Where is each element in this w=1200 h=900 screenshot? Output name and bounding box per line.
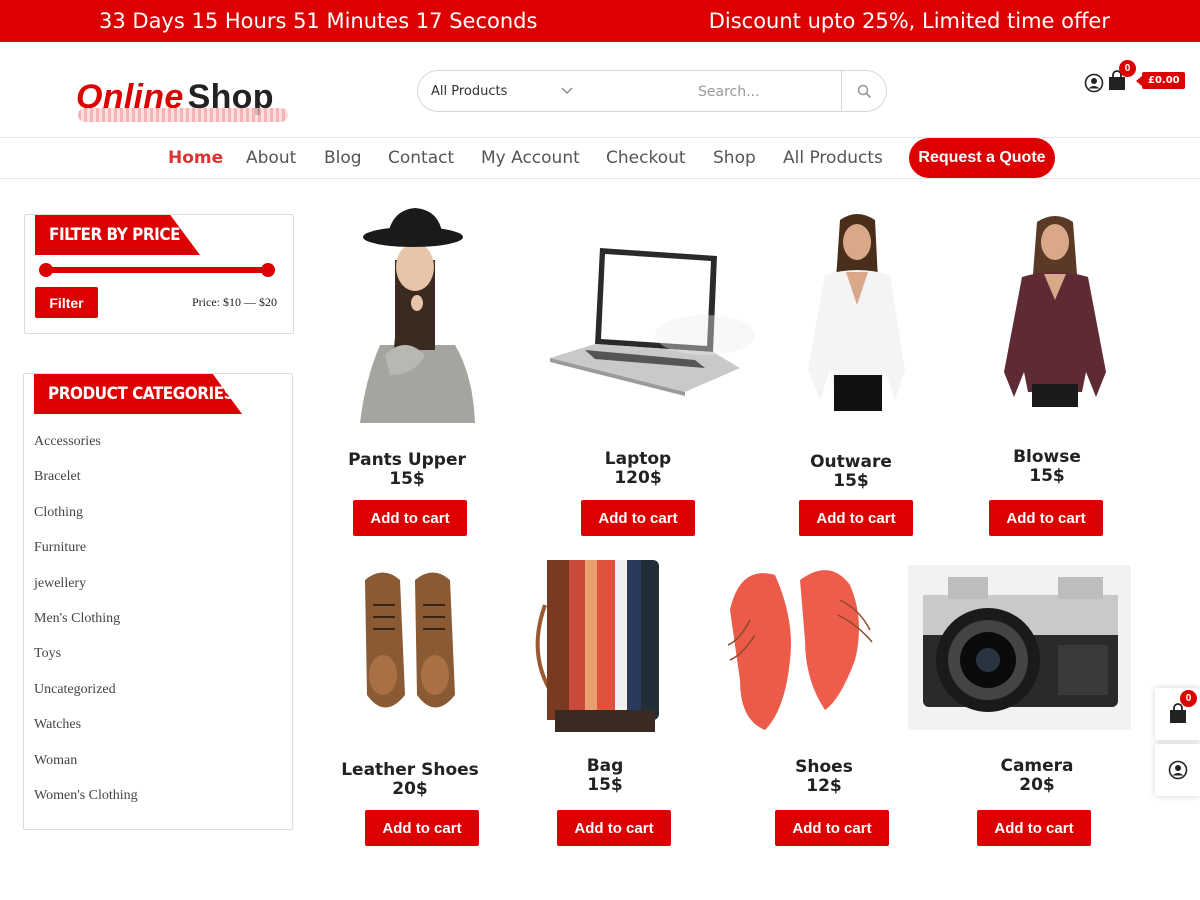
floating-cart-button[interactable]: 0	[1155, 688, 1200, 740]
price-max-handle[interactable]	[261, 263, 275, 277]
price-filter-title: FILTER BY PRICE	[35, 215, 200, 255]
add-to-cart-button[interactable]: Add to cart	[775, 810, 889, 846]
add-to-cart-button[interactable]: Add to cart	[581, 500, 695, 536]
product-price: 15$	[833, 471, 869, 491]
price-min-handle[interactable]	[39, 263, 53, 277]
product-categories-title: PRODUCT CATEGORIES	[34, 374, 242, 414]
category-item[interactable]: Women's Clothing	[34, 788, 138, 823]
product-name[interactable]: Leather Shoes	[310, 760, 510, 780]
nav-checkout[interactable]: Checkout	[606, 148, 686, 168]
search-bar: All Products	[417, 70, 887, 112]
product-name[interactable]: Pants Upper	[307, 450, 507, 470]
product-image[interactable]	[1000, 212, 1110, 407]
nav-my-account[interactable]: My Account	[481, 148, 580, 168]
cart-total-badge[interactable]: £0.00	[1136, 72, 1185, 89]
logo-brush-decoration	[78, 108, 288, 122]
nav-home[interactable]: Home	[168, 148, 223, 168]
product-categories-widget: PRODUCT CATEGORIES Accessories Bracelet …	[23, 373, 293, 830]
user-account-icon[interactable]	[1084, 72, 1104, 94]
nav-contact[interactable]: Contact	[388, 148, 454, 168]
product-image[interactable]	[345, 205, 485, 425]
product-price: 15$	[389, 469, 425, 489]
search-button[interactable]	[842, 71, 886, 111]
add-to-cart-button[interactable]: Add to cart	[353, 500, 467, 536]
filter-button[interactable]: Filter	[35, 287, 98, 318]
add-to-cart-button[interactable]: Add to cart	[977, 810, 1091, 846]
product-price: 20$	[1019, 775, 1055, 795]
product-price: 15$	[587, 775, 623, 795]
chevron-down-icon[interactable]	[560, 83, 574, 97]
search-input[interactable]	[698, 81, 838, 103]
promo-bar: 33 Days 15 Hours 51 Minutes 17 Seconds D…	[0, 0, 1200, 42]
site-header: OnlineShop All Products 0 £0.00	[0, 42, 1200, 138]
category-item[interactable]: Bracelet	[34, 469, 138, 504]
nav-about[interactable]: About	[246, 148, 296, 168]
product-name[interactable]: Shoes	[724, 757, 924, 777]
product-image[interactable]	[355, 565, 465, 720]
add-to-cart-button[interactable]: Add to cart	[557, 810, 671, 846]
category-item[interactable]: Toys	[34, 646, 138, 681]
category-item[interactable]: Woman	[34, 753, 138, 788]
product-image[interactable]	[800, 210, 915, 415]
floating-account-button[interactable]	[1155, 744, 1200, 796]
category-list: Accessories Bracelet Clothing Furniture …	[34, 434, 138, 823]
category-item[interactable]: Accessories	[34, 434, 138, 469]
category-item[interactable]: Men's Clothing	[34, 611, 138, 646]
product-image[interactable]	[720, 560, 880, 735]
product-name[interactable]: Laptop	[538, 449, 738, 469]
product-name[interactable]: Blowse	[947, 447, 1147, 467]
add-to-cart-button[interactable]: Add to cart	[989, 500, 1103, 536]
search-icon	[857, 84, 871, 98]
product-name[interactable]: Bag	[505, 756, 705, 776]
product-name[interactable]: Outware	[751, 452, 951, 472]
product-image[interactable]	[908, 565, 1131, 730]
product-price: 20$	[392, 779, 428, 799]
main-nav: Home About Blog Contact My Account Check…	[0, 138, 1200, 179]
search-category-select[interactable]: All Products	[431, 84, 507, 99]
category-item[interactable]: Watches	[34, 717, 138, 752]
product-price: 12$	[806, 776, 842, 796]
product-price: 120$	[614, 468, 662, 488]
request-quote-button[interactable]: Request a Quote	[909, 138, 1055, 178]
category-item[interactable]: Furniture	[34, 540, 138, 575]
product-name[interactable]: Camera	[937, 756, 1137, 776]
price-range-slider[interactable]	[39, 263, 275, 277]
product-image[interactable]	[525, 555, 665, 740]
nav-all-products[interactable]: All Products	[783, 148, 883, 168]
discount-offer: Discount upto 25%, Limited time offer	[708, 9, 1110, 33]
product-price: 15$	[1029, 466, 1065, 486]
add-to-cart-button[interactable]: Add to cart	[799, 500, 913, 536]
floating-cart-badge: 0	[1180, 690, 1197, 707]
nav-shop[interactable]: Shop	[713, 148, 756, 168]
add-to-cart-button[interactable]: Add to cart	[365, 810, 479, 846]
price-range-label: Price: $10 — $20	[192, 295, 277, 309]
nav-blog[interactable]: Blog	[324, 148, 362, 168]
cart-count-badge: 0	[1119, 60, 1136, 77]
category-item[interactable]: Clothing	[34, 505, 138, 540]
category-item[interactable]: jewellery	[34, 576, 138, 611]
price-filter-widget: FILTER BY PRICE Filter Price: $10 — $20	[24, 214, 294, 334]
product-image[interactable]	[545, 240, 755, 400]
countdown-timer: 33 Days 15 Hours 51 Minutes 17 Seconds	[99, 9, 538, 33]
user-account-icon	[1168, 760, 1187, 780]
category-item[interactable]: Uncategorized	[34, 682, 138, 717]
